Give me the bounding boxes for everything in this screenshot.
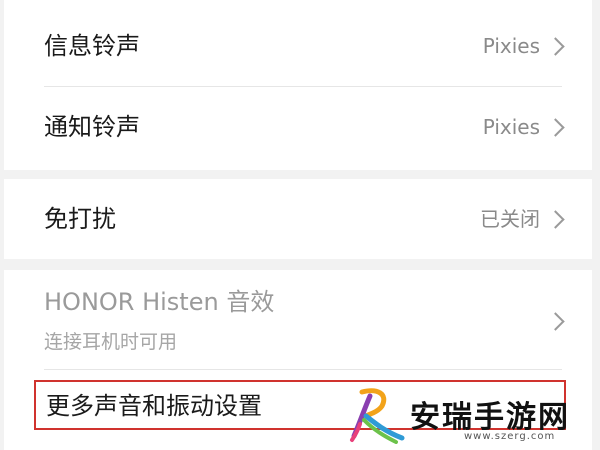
message-ringtone-label: 信息铃声 bbox=[44, 32, 140, 60]
notification-ringtone-value: Pixies bbox=[482, 115, 540, 139]
do-not-disturb-label: 免打扰 bbox=[44, 205, 116, 233]
ringtone-card: 信息铃声 Pixies 通知铃声 Pixies bbox=[4, 0, 592, 170]
do-not-disturb-value: 已关闭 bbox=[480, 207, 540, 231]
honor-histen-row[interactable]: HONOR Histen 音效 连接耳机时可用 bbox=[4, 270, 592, 369]
site-logo-icon bbox=[350, 388, 405, 444]
chevron-right-icon bbox=[546, 37, 565, 56]
chevron-right-icon bbox=[546, 210, 565, 229]
message-ringtone-value: Pixies bbox=[482, 34, 540, 58]
dnd-card: 免打扰 已关闭 bbox=[4, 179, 592, 259]
more-sound-vibration-label: 更多声音和振动设置 bbox=[46, 392, 262, 420]
watermark-brand: 安瑞手游网 bbox=[410, 400, 570, 435]
notification-ringtone-row[interactable]: 通知铃声 Pixies bbox=[4, 86, 592, 170]
notification-ringtone-label: 通知铃声 bbox=[44, 113, 140, 141]
chevron-right-icon bbox=[546, 312, 565, 331]
message-ringtone-row[interactable]: 信息铃声 Pixies bbox=[4, 0, 592, 86]
divider bbox=[44, 369, 562, 370]
honor-histen-subtitle: 连接耳机时可用 bbox=[44, 331, 178, 353]
chevron-right-icon bbox=[546, 118, 565, 137]
watermark-url: www.szerg.com bbox=[464, 431, 556, 442]
honor-histen-label: HONOR Histen 音效 bbox=[44, 288, 275, 316]
do-not-disturb-row[interactable]: 免打扰 已关闭 bbox=[4, 179, 592, 259]
site-watermark: 安瑞手游网 www.szerg.com bbox=[348, 384, 598, 446]
